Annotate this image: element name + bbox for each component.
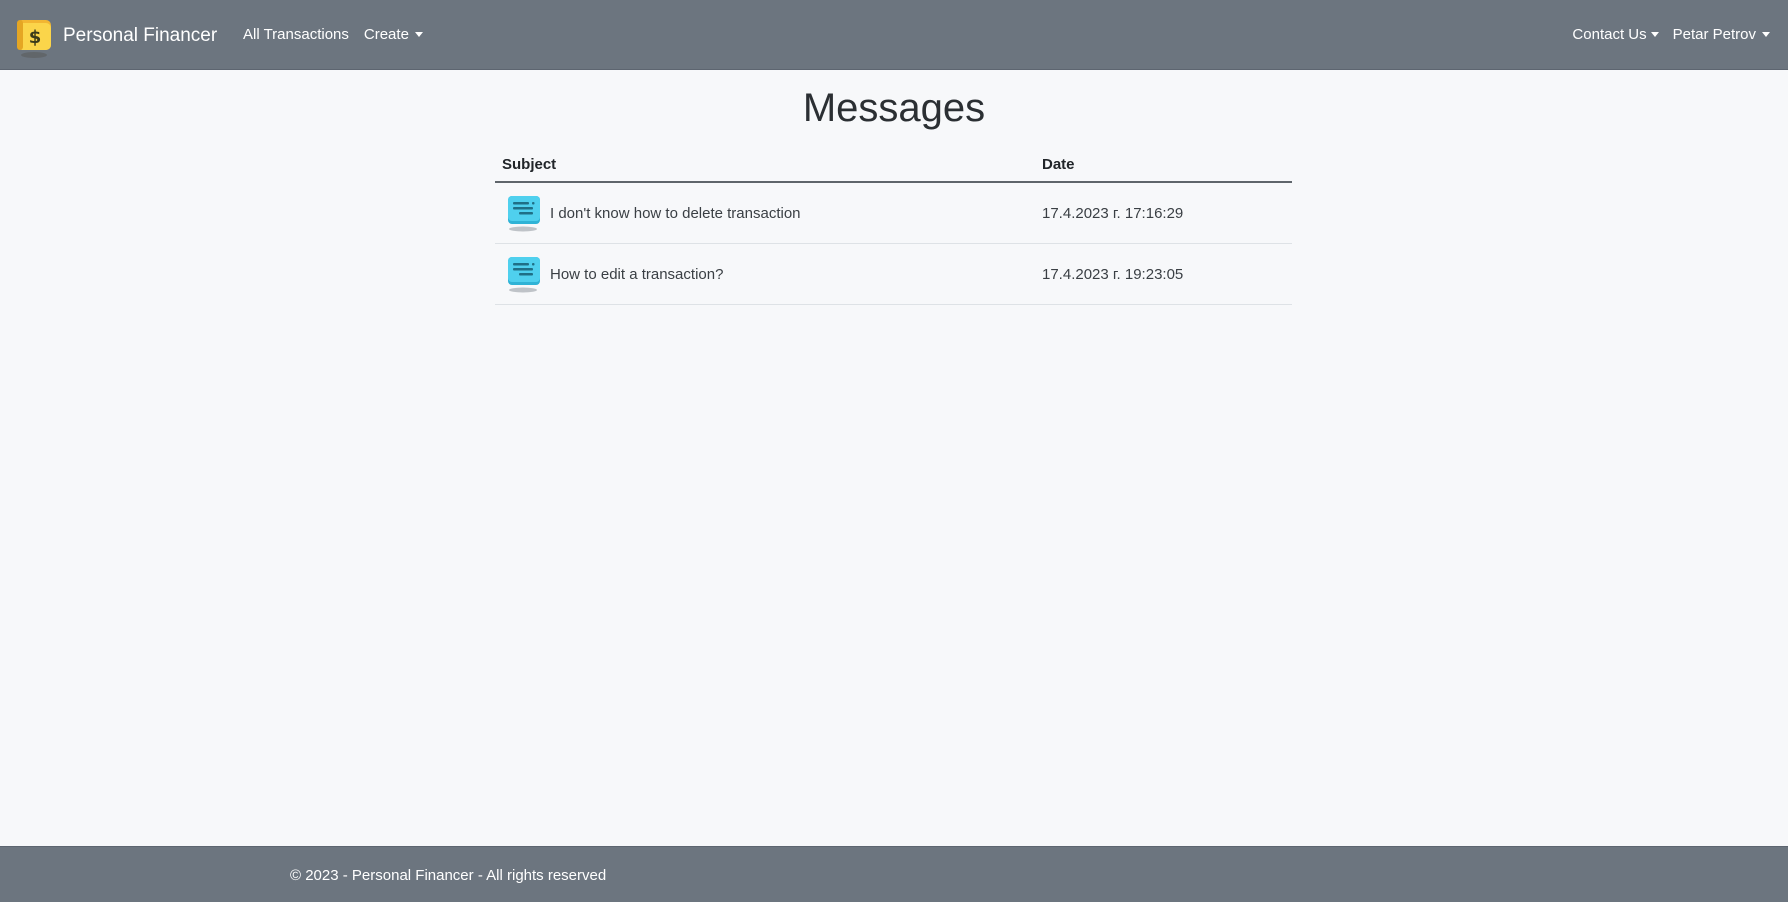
nav-all-transactions-label: All Transactions bbox=[243, 26, 349, 43]
message-bubble-icon bbox=[506, 194, 542, 232]
svg-text:$: $ bbox=[29, 27, 42, 48]
message-bubble-icon bbox=[506, 255, 542, 293]
nav-contact-us-dropdown[interactable]: Contact Us bbox=[1572, 26, 1659, 43]
user-nav: Contact Us Petar Petrov bbox=[1572, 26, 1770, 43]
subject-cell: How to edit a transaction? bbox=[495, 243, 1035, 305]
message-subject-link[interactable]: How to edit a transaction? bbox=[550, 266, 723, 283]
message-subject-link[interactable]: I don't know how to delete transaction bbox=[550, 205, 801, 222]
messages-table: Subject Date I don't know how to delete … bbox=[495, 150, 1292, 305]
nav-user-dropdown[interactable]: Petar Petrov bbox=[1673, 26, 1770, 43]
nav-user-label: Petar Petrov bbox=[1672, 26, 1756, 43]
table-row[interactable]: I don't know how to delete transaction 1… bbox=[495, 182, 1292, 244]
brand-name: Personal Financer bbox=[63, 25, 218, 46]
nav-contact-us-label: Contact Us bbox=[1572, 26, 1647, 43]
chevron-down-icon bbox=[1762, 32, 1770, 37]
wallet-dollar-icon: $ bbox=[15, 17, 53, 59]
chevron-down-icon bbox=[414, 32, 423, 37]
footer: © 2023 - Personal Financer - All rights … bbox=[0, 846, 1788, 902]
nav-all-transactions[interactable]: All Transactions bbox=[243, 26, 349, 43]
column-header-subject: Subject bbox=[495, 150, 1035, 183]
navbar: $ Personal Financer All Transactions Cre… bbox=[0, 0, 1788, 70]
page-title: Messages bbox=[802, 86, 986, 130]
nav-create-dropdown[interactable]: Create bbox=[364, 26, 423, 43]
footer-copyright: © 2023 - Personal Financer - All rights … bbox=[290, 867, 607, 884]
table-row[interactable]: How to edit a transaction? 17.4.2023 г. … bbox=[495, 243, 1292, 305]
brand-link[interactable]: $ Personal Financer bbox=[15, 17, 217, 59]
table-header-row: Subject Date bbox=[495, 150, 1292, 183]
subject-cell: I don't know how to delete transaction bbox=[495, 182, 1035, 244]
chevron-down-icon bbox=[1650, 32, 1659, 37]
main-nav: All Transactions Create bbox=[243, 26, 423, 43]
date-cell: 17.4.2023 г. 19:23:05 bbox=[1035, 243, 1292, 305]
column-header-date: Date bbox=[1035, 150, 1292, 183]
nav-create-label: Create bbox=[363, 26, 409, 43]
date-cell: 17.4.2023 г. 17:16:29 bbox=[1035, 182, 1292, 244]
